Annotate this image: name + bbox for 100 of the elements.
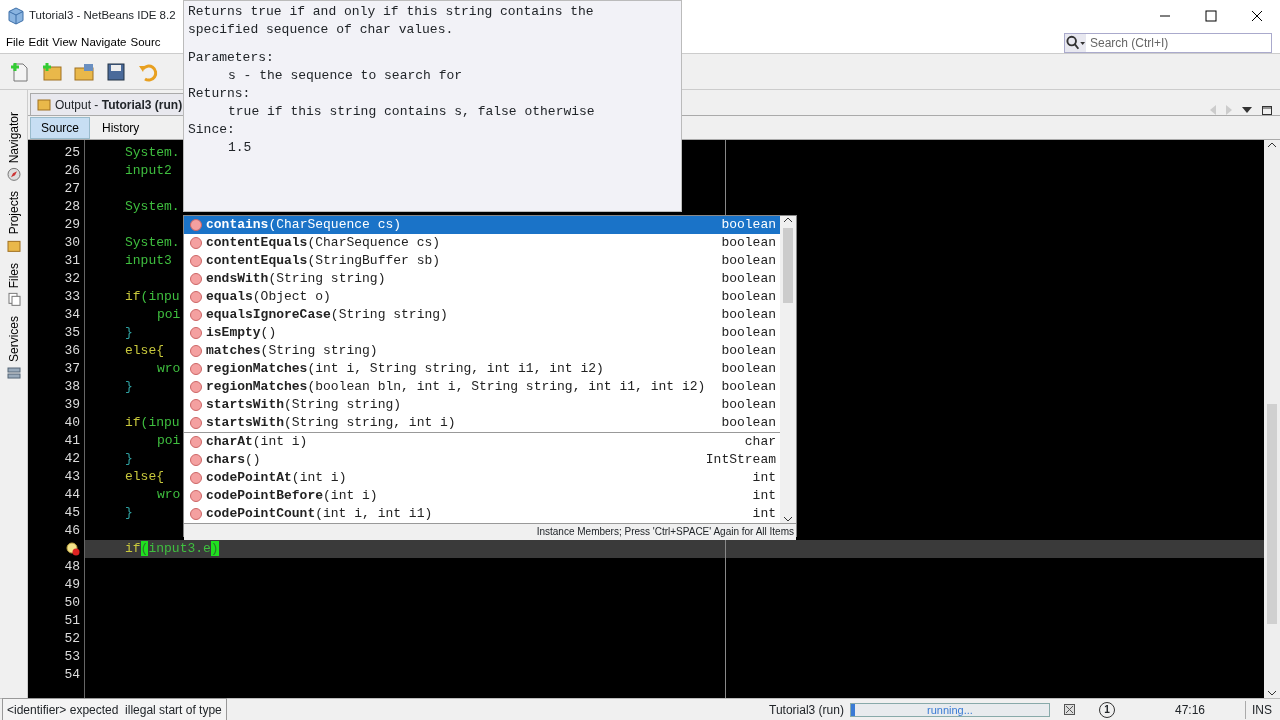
status-message: <identifier> expected illegal start of type	[2, 697, 227, 720]
method-icon	[190, 454, 202, 466]
line-number: 28	[64, 198, 80, 217]
line-number: 27	[64, 180, 80, 199]
side-tab[interactable]: Services	[4, 314, 23, 383]
code-line: }	[125, 450, 133, 469]
insert-mode: INS	[1245, 700, 1280, 719]
code-line: if(input3.e)	[125, 540, 219, 559]
method-icon	[190, 327, 202, 339]
menu-item[interactable]: File	[4, 33, 27, 52]
line-number: 51	[64, 612, 80, 631]
menu-item[interactable]: Sourc	[128, 33, 163, 52]
method-icon	[190, 363, 202, 375]
menu-item[interactable]: View	[50, 33, 80, 52]
side-tab[interactable]: Files	[4, 260, 23, 309]
code-line: wro	[156, 486, 181, 505]
line-number: 44	[64, 486, 80, 505]
completion-item[interactable]: contains(CharSequence cs) boolean	[184, 216, 780, 234]
scroll-up-icon[interactable]	[783, 216, 793, 224]
side-tab-icon	[6, 167, 21, 182]
completion-hint: Instance Members; Press 'Ctrl+SPACE' Again for All Items	[184, 523, 796, 540]
completion-item[interactable]: contentEquals(CharSequence cs) boolean	[184, 234, 780, 252]
maximize-icon[interactable]	[1205, 10, 1217, 22]
method-icon	[190, 490, 202, 502]
line-number: 49	[64, 576, 80, 595]
close-icon[interactable]	[1251, 10, 1263, 22]
menu-item[interactable]: Navigate	[79, 33, 129, 52]
doc-heading: Parameters:	[188, 49, 275, 67]
completion-item[interactable]: regionMatches(boolean bln, int i, String string, int i1, int i2) boolean	[184, 378, 780, 396]
line-number: 36	[64, 342, 80, 361]
line-number: 54	[64, 666, 80, 685]
line-number: 38	[64, 378, 80, 397]
doc-text: 1.5	[227, 139, 253, 157]
code-line: poi	[156, 432, 181, 451]
completion-item[interactable]: contentEquals(StringBuffer sb) boolean	[184, 252, 780, 270]
window-title: Tutorial3 - NetBeans IDE 8.2	[29, 8, 176, 24]
method-icon	[190, 508, 202, 520]
line-number: 48	[64, 558, 80, 577]
line-number: 34	[64, 306, 80, 325]
scrollbar-thumb[interactable]	[783, 228, 793, 303]
method-icon	[190, 472, 202, 484]
line-number: 42	[64, 450, 80, 469]
doc-text: s - the sequence to search for	[227, 67, 464, 85]
line-number: 25	[64, 144, 80, 163]
scroll-down-icon[interactable]	[1267, 690, 1277, 696]
completion-item[interactable]: equals(Object o) boolean	[184, 288, 780, 306]
line-number: 46	[64, 522, 80, 541]
line-number: 30	[64, 234, 80, 253]
editor-view-tab[interactable]: History	[92, 116, 150, 139]
method-icon	[190, 436, 202, 448]
completion-item[interactable]: equalsIgnoreCase(String string) boolean	[184, 306, 780, 324]
completion-item[interactable]: matches(String string) boolean	[184, 342, 780, 360]
code-line: poi	[156, 306, 181, 325]
doc-text: true if this string contains s, false otherwise	[227, 103, 596, 121]
code-line: if(inpu	[125, 288, 180, 307]
line-number: 35	[64, 324, 80, 343]
completion-item[interactable]: codePointAt(int i) int	[184, 469, 780, 487]
completion-item[interactable]: isEmpty() boolean	[184, 324, 780, 342]
line-number: 53	[64, 648, 80, 667]
side-tab[interactable]: Projects	[4, 189, 23, 255]
method-icon	[190, 237, 202, 249]
maximize-icon[interactable]	[1262, 105, 1272, 115]
completion-item[interactable]: codePointCount(int i, int i1) int	[184, 505, 780, 523]
line-number: 43	[64, 468, 80, 487]
scrollbar-thumb[interactable]	[1267, 404, 1277, 624]
line-number: 33	[64, 288, 80, 307]
line-number: 50	[64, 594, 80, 613]
scroll-down-icon[interactable]	[783, 515, 793, 523]
method-icon	[190, 345, 202, 357]
doc-text: specified sequence of char values.	[188, 21, 455, 39]
completion-item[interactable]: chars() IntStream	[184, 451, 780, 469]
completion-item[interactable]: endsWith(String string) boolean	[184, 270, 780, 288]
app-logo-icon	[8, 7, 24, 25]
completion-item[interactable]: charAt(int i) char	[184, 433, 780, 451]
output-icon	[37, 97, 51, 112]
code-line: if(inpu	[125, 414, 180, 433]
code-line: System.	[125, 234, 180, 253]
menu-item[interactable]: Edit	[26, 33, 51, 52]
side-tab[interactable]: Navigator	[4, 110, 23, 184]
side-tab-icon	[6, 238, 21, 253]
completion-item[interactable]: regionMatches(int i, String string, int i1, int i2) boolean	[184, 360, 780, 378]
editor-view-tab[interactable]: Source	[30, 116, 91, 139]
scroll-up-icon[interactable]	[1267, 142, 1277, 148]
method-icon	[190, 399, 202, 411]
error-hint-icon[interactable]	[66, 542, 80, 556]
dropdown-icon[interactable]	[1242, 107, 1252, 113]
editor-scrollbar[interactable]	[1264, 140, 1280, 698]
completion-item[interactable]: startsWith(String string, int i) boolean	[184, 414, 780, 432]
method-icon	[190, 381, 202, 393]
method-icon	[190, 273, 202, 285]
cancel-icon[interactable]	[1063, 704, 1075, 715]
completion-item[interactable]: codePointBefore(int i) int	[184, 487, 780, 505]
side-tab-icon	[6, 366, 21, 381]
method-icon	[190, 309, 202, 321]
method-icon	[190, 255, 202, 267]
doc-text: Returns true if and only if this string contains the	[188, 3, 595, 21]
completion-item[interactable]: startsWith(String string) boolean	[184, 396, 780, 414]
line-number: 26	[64, 162, 80, 181]
completion-scrollbar[interactable]	[780, 216, 796, 523]
line-number: 31	[64, 252, 80, 271]
